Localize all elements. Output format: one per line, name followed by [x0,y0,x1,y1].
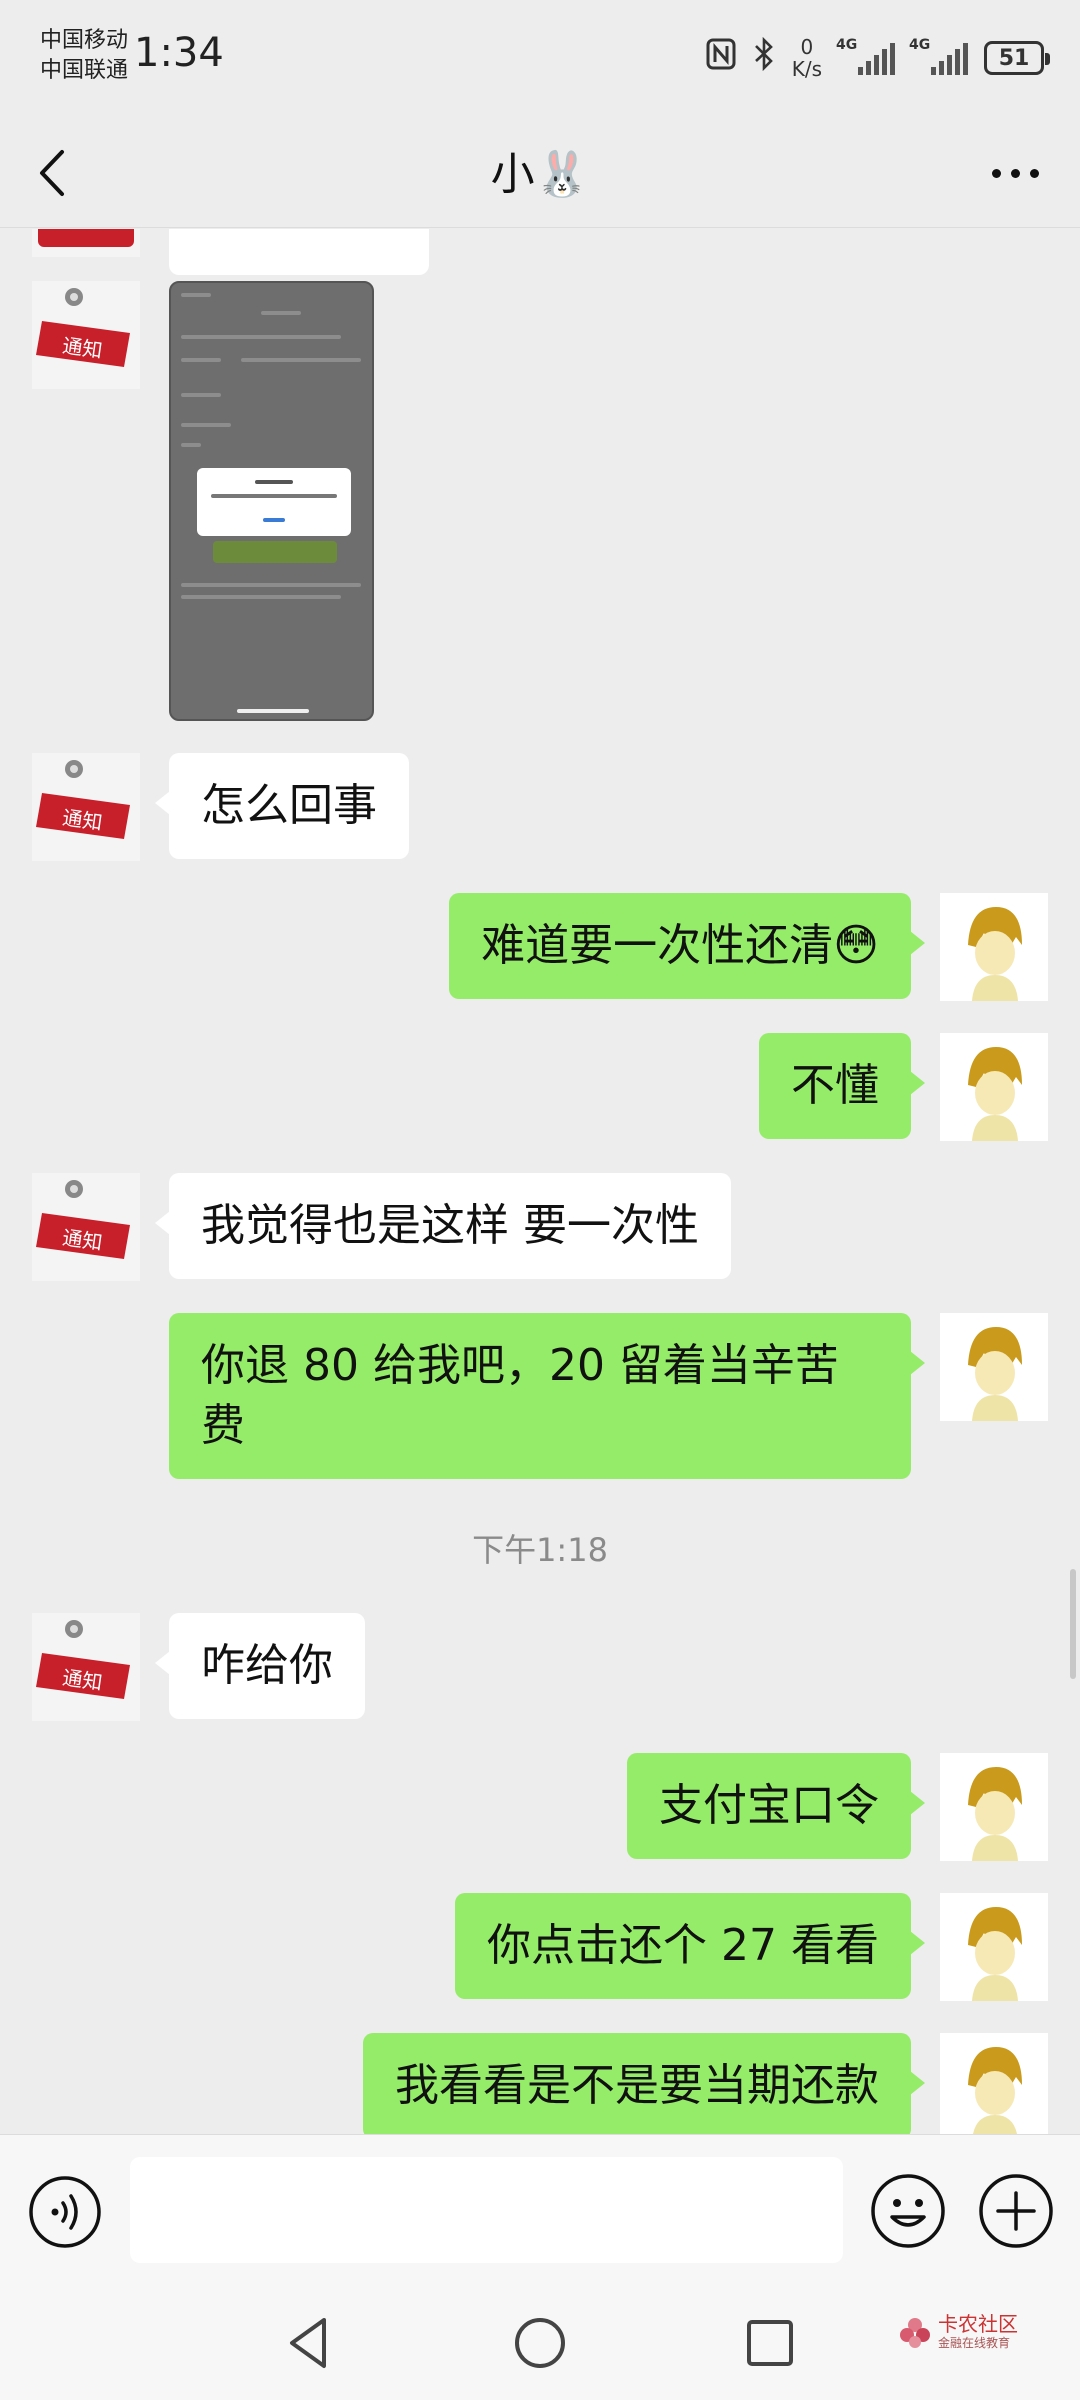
triangle-back-icon [290,2318,326,2368]
square-recents-icon [747,2320,793,2366]
anime-avatar-icon [968,907,1022,1001]
screenshot-dialog [197,468,351,536]
circle-home-icon [515,2318,565,2368]
battery-icon: 51 [984,41,1050,75]
contact-avatar[interactable]: 通知 [32,1173,140,1281]
anime-avatar-icon [968,2047,1022,2134]
scrollbar[interactable] [1070,1569,1076,1679]
contact-avatar[interactable] [32,229,140,257]
self-avatar[interactable] [940,2033,1048,2134]
signal-1-icon: 4G [836,37,895,75]
status-icons: 0 K/s 4G 4G 51 [706,35,1050,81]
message-bubble-received[interactable]: 咋给你 [155,1613,365,1719]
self-avatar[interactable] [940,1313,1048,1421]
system-nav-bar: 卡农社区 金融在线教育 [0,2284,1080,2400]
image-message-screenshot[interactable] [169,281,374,721]
anime-avatar-icon [968,1907,1022,2001]
anime-avatar-icon [968,1327,1022,1421]
nav-recents-button[interactable] [735,2308,805,2378]
net-speed: 0 K/s [791,35,822,81]
anime-avatar-icon [968,1047,1022,1141]
notice-avatar-icon: 通知 [36,288,130,367]
notice-avatar-icon: 通知 [36,1620,130,1699]
carrier-2: 中国联通 [40,58,129,83]
self-avatar[interactable] [940,893,1048,1001]
voice-icon [29,2176,101,2248]
notice-avatar-icon: 通知 [36,760,130,839]
status-bar: 中国移动 中国联通 1:34 0 K/s 4G 4G 51 [0,0,1080,118]
message-bubble-partial[interactable] [169,229,429,275]
message-bubble-sent[interactable]: 支付宝口令 [627,1753,925,1859]
chat-title: 小🐰 [490,149,590,200]
bluetooth-icon [752,36,776,79]
chat-header: 小🐰 [0,118,1080,228]
message-bubble-sent[interactable]: 你点击还个 27 看看 [455,1893,925,1999]
message-input[interactable] [130,2157,843,2263]
self-avatar[interactable] [940,1033,1048,1141]
contact-avatar[interactable]: 通知 [32,1613,140,1721]
message-timestamp: 下午1:18 [472,1531,608,1569]
carrier-info: 中国移动 中国联通 [40,26,128,86]
contact-avatar[interactable]: 通知 [32,753,140,861]
nav-back-button[interactable] [274,2308,344,2378]
nav-home-button[interactable] [505,2308,575,2378]
more-functions-button[interactable] [978,2173,1054,2249]
message-bubble-sent[interactable]: 我看看是不是要当期还款 [363,2033,925,2134]
nfc-icon [706,38,736,78]
contact-avatar[interactable]: 通知 [32,281,140,389]
emoji-icon [871,2174,945,2248]
flower-logo-icon [900,2317,930,2348]
message-list[interactable]: 通知 通知 怎么回事 难道要一次性还清😳 不懂 通知 我觉得也是这样 要一次性 … [0,229,1080,2134]
emoji-button[interactable] [870,2173,946,2249]
plus-icon [979,2174,1053,2248]
message-bubble-sent[interactable]: 不懂 [759,1033,925,1139]
watermark-logo: 卡农社区 金融在线教育 [898,2314,1018,2351]
notice-avatar-icon: 通知 [36,1180,130,1259]
input-bar [0,2134,1080,2284]
message-bubble-received[interactable]: 我觉得也是这样 要一次性 [155,1173,731,1279]
message-bubble-received[interactable]: 怎么回事 [155,753,409,859]
more-options-button[interactable] [980,148,1050,198]
voice-input-button[interactable] [28,2175,102,2249]
more-dot-icon [991,168,1001,178]
anime-avatar-icon [968,1767,1022,1861]
status-time: 1:34 [134,30,224,76]
carrier-1: 中国移动 [40,28,129,53]
message-bubble-sent[interactable]: 你退 80 给我吧，20 留着当辛苦费 [169,1313,925,1479]
self-avatar[interactable] [940,1893,1048,2001]
message-bubble-sent[interactable]: 难道要一次性还清😳 [449,893,925,999]
signal-2-icon: 4G [909,37,968,75]
self-avatar[interactable] [940,1753,1048,1861]
